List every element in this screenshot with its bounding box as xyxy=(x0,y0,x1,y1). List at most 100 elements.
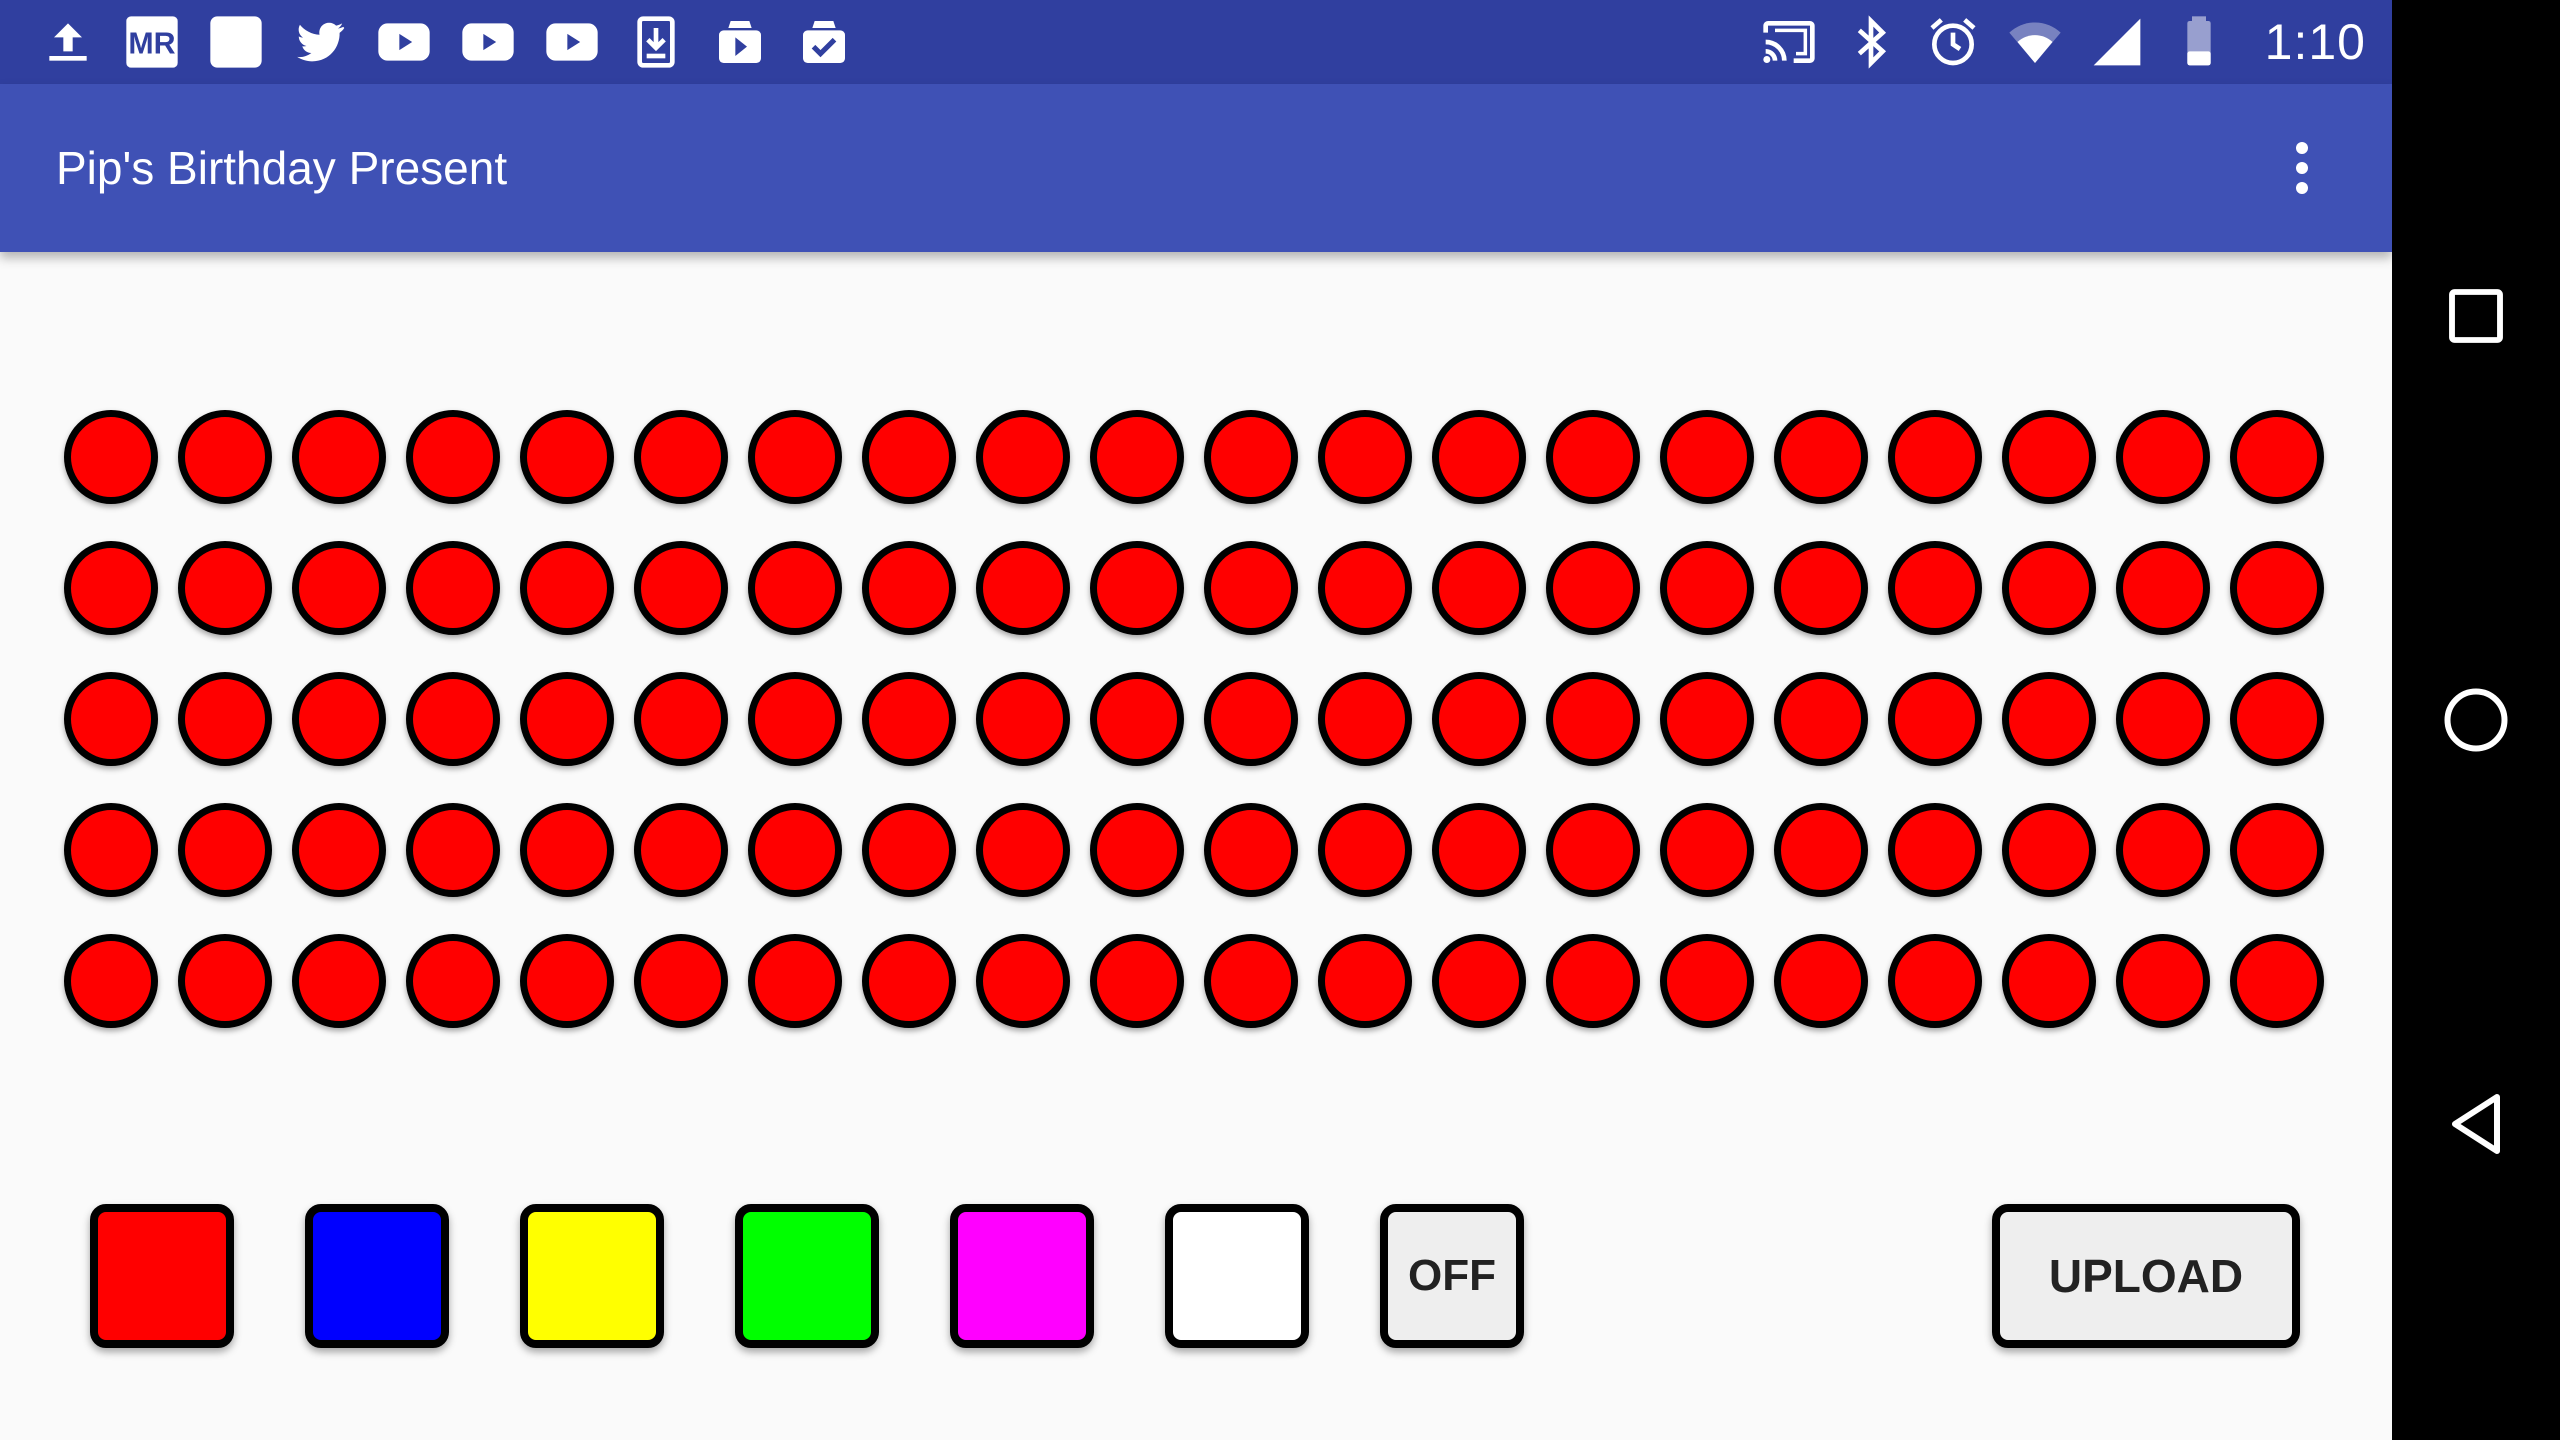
led-cell[interactable] xyxy=(1546,934,1640,1028)
led-cell[interactable] xyxy=(1318,934,1412,1028)
led-cell[interactable] xyxy=(1888,803,1982,897)
led-cell[interactable] xyxy=(2116,934,2210,1028)
led-cell[interactable] xyxy=(406,410,500,504)
led-cell[interactable] xyxy=(406,934,500,1028)
home-button[interactable] xyxy=(2436,680,2516,760)
led-cell[interactable] xyxy=(1774,410,1868,504)
led-cell[interactable] xyxy=(2002,672,2096,766)
led-cell[interactable] xyxy=(1204,410,1298,504)
led-cell[interactable] xyxy=(1660,541,1754,635)
led-cell[interactable] xyxy=(178,541,272,635)
led-cell[interactable] xyxy=(2002,934,2096,1028)
led-cell[interactable] xyxy=(292,803,386,897)
led-cell[interactable] xyxy=(748,541,842,635)
led-cell[interactable] xyxy=(862,541,956,635)
led-cell[interactable] xyxy=(976,803,1070,897)
led-cell[interactable] xyxy=(2230,803,2324,897)
led-cell[interactable] xyxy=(178,803,272,897)
led-cell[interactable] xyxy=(1888,672,1982,766)
led-cell[interactable] xyxy=(1660,672,1754,766)
led-cell[interactable] xyxy=(1888,410,1982,504)
led-cell[interactable] xyxy=(64,410,158,504)
led-cell[interactable] xyxy=(1318,672,1412,766)
led-cell[interactable] xyxy=(976,934,1070,1028)
led-cell[interactable] xyxy=(2002,410,2096,504)
led-cell[interactable] xyxy=(406,672,500,766)
led-cell[interactable] xyxy=(634,934,728,1028)
led-cell[interactable] xyxy=(1774,541,1868,635)
off-color-button[interactable]: OFF xyxy=(1380,1204,1524,1348)
blue-color-button[interactable] xyxy=(305,1204,449,1348)
led-cell[interactable] xyxy=(1774,672,1868,766)
led-cell[interactable] xyxy=(748,672,842,766)
led-cell[interactable] xyxy=(1432,803,1526,897)
led-cell[interactable] xyxy=(1546,672,1640,766)
led-cell[interactable] xyxy=(178,672,272,766)
led-cell[interactable] xyxy=(2002,803,2096,897)
led-cell[interactable] xyxy=(1660,934,1754,1028)
led-cell[interactable] xyxy=(634,672,728,766)
led-cell[interactable] xyxy=(2116,803,2210,897)
led-cell[interactable] xyxy=(1090,410,1184,504)
led-cell[interactable] xyxy=(2002,541,2096,635)
led-cell[interactable] xyxy=(1660,803,1754,897)
led-cell[interactable] xyxy=(1432,934,1526,1028)
led-cell[interactable] xyxy=(520,934,614,1028)
led-cell[interactable] xyxy=(178,410,272,504)
led-cell[interactable] xyxy=(862,410,956,504)
led-cell[interactable] xyxy=(2230,672,2324,766)
led-cell[interactable] xyxy=(1888,541,1982,635)
magenta-color-button[interactable] xyxy=(950,1204,1094,1348)
led-cell[interactable] xyxy=(1090,803,1184,897)
led-cell[interactable] xyxy=(2116,672,2210,766)
led-cell[interactable] xyxy=(1774,803,1868,897)
led-cell[interactable] xyxy=(1432,541,1526,635)
led-cell[interactable] xyxy=(1546,541,1640,635)
led-cell[interactable] xyxy=(862,803,956,897)
led-cell[interactable] xyxy=(862,672,956,766)
led-cell[interactable] xyxy=(520,803,614,897)
led-cell[interactable] xyxy=(2230,541,2324,635)
led-cell[interactable] xyxy=(1660,410,1754,504)
led-cell[interactable] xyxy=(1090,541,1184,635)
yellow-color-button[interactable] xyxy=(520,1204,664,1348)
led-cell[interactable] xyxy=(406,803,500,897)
led-cell[interactable] xyxy=(1432,672,1526,766)
led-cell[interactable] xyxy=(634,541,728,635)
led-cell[interactable] xyxy=(748,410,842,504)
led-cell[interactable] xyxy=(1774,934,1868,1028)
led-cell[interactable] xyxy=(1204,541,1298,635)
led-cell[interactable] xyxy=(976,672,1070,766)
led-cell[interactable] xyxy=(748,803,842,897)
led-cell[interactable] xyxy=(1888,934,1982,1028)
led-cell[interactable] xyxy=(1318,803,1412,897)
red-color-button[interactable] xyxy=(90,1204,234,1348)
led-cell[interactable] xyxy=(520,672,614,766)
led-cell[interactable] xyxy=(64,803,158,897)
led-cell[interactable] xyxy=(178,934,272,1028)
green-color-button[interactable] xyxy=(735,1204,879,1348)
led-cell[interactable] xyxy=(520,410,614,504)
led-cell[interactable] xyxy=(64,541,158,635)
led-cell[interactable] xyxy=(1432,410,1526,504)
led-cell[interactable] xyxy=(1546,410,1640,504)
led-cell[interactable] xyxy=(292,672,386,766)
overflow-menu-button[interactable] xyxy=(2270,136,2334,200)
led-cell[interactable] xyxy=(292,410,386,504)
led-cell[interactable] xyxy=(292,541,386,635)
led-cell[interactable] xyxy=(976,541,1070,635)
led-cell[interactable] xyxy=(1090,934,1184,1028)
led-cell[interactable] xyxy=(748,934,842,1028)
led-cell[interactable] xyxy=(2230,934,2324,1028)
led-cell[interactable] xyxy=(2116,541,2210,635)
recents-button[interactable] xyxy=(2436,276,2516,356)
back-button[interactable] xyxy=(2436,1084,2516,1164)
led-cell[interactable] xyxy=(520,541,614,635)
led-cell[interactable] xyxy=(292,934,386,1028)
led-cell[interactable] xyxy=(64,672,158,766)
led-cell[interactable] xyxy=(1204,934,1298,1028)
led-cell[interactable] xyxy=(634,410,728,504)
led-cell[interactable] xyxy=(1204,672,1298,766)
white-color-button[interactable] xyxy=(1165,1204,1309,1348)
led-cell[interactable] xyxy=(634,803,728,897)
